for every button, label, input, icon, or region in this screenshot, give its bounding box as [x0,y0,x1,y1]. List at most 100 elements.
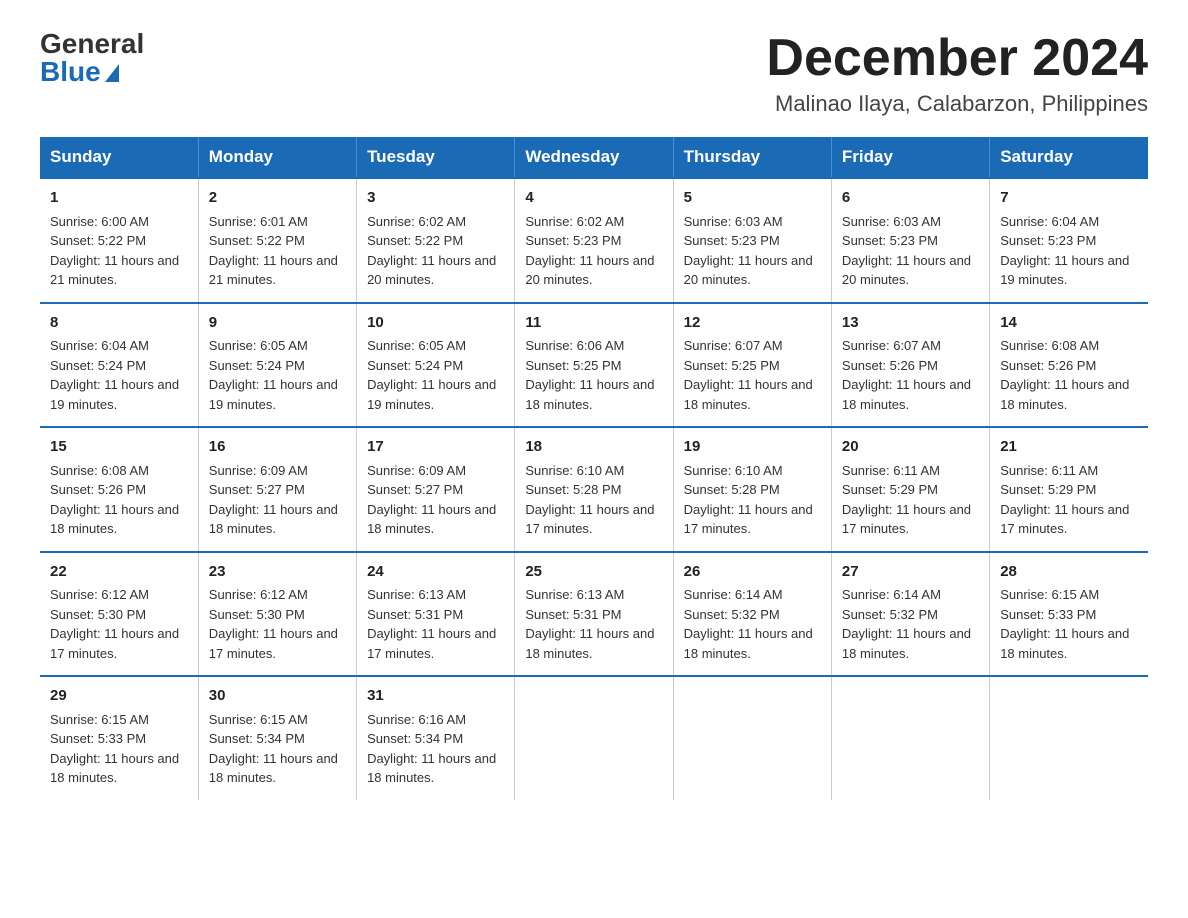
calendar-cell: 8 Sunrise: 6:04 AMSunset: 5:24 PMDayligh… [40,303,198,428]
calendar-cell: 5 Sunrise: 6:03 AMSunset: 5:23 PMDayligh… [673,178,831,303]
calendar-cell: 7 Sunrise: 6:04 AMSunset: 5:23 PMDayligh… [990,178,1148,303]
day-number: 17 [367,436,504,459]
calendar-week-row: 8 Sunrise: 6:04 AMSunset: 5:24 PMDayligh… [40,303,1148,428]
day-number: 14 [1000,312,1138,335]
calendar-cell: 18 Sunrise: 6:10 AMSunset: 5:28 PMDaylig… [515,427,673,552]
day-info: Sunrise: 6:14 AMSunset: 5:32 PMDaylight:… [842,587,971,661]
day-info: Sunrise: 6:10 AMSunset: 5:28 PMDaylight:… [684,463,813,537]
calendar-table: SundayMondayTuesdayWednesdayThursdayFrid… [40,137,1148,800]
calendar-cell: 23 Sunrise: 6:12 AMSunset: 5:30 PMDaylig… [198,552,356,677]
day-number: 10 [367,312,504,335]
calendar-cell: 1 Sunrise: 6:00 AMSunset: 5:22 PMDayligh… [40,178,198,303]
calendar-cell: 2 Sunrise: 6:01 AMSunset: 5:22 PMDayligh… [198,178,356,303]
day-number: 9 [209,312,346,335]
day-info: Sunrise: 6:15 AMSunset: 5:34 PMDaylight:… [209,712,338,786]
day-info: Sunrise: 6:14 AMSunset: 5:32 PMDaylight:… [684,587,813,661]
calendar-cell: 4 Sunrise: 6:02 AMSunset: 5:23 PMDayligh… [515,178,673,303]
calendar-cell: 15 Sunrise: 6:08 AMSunset: 5:26 PMDaylig… [40,427,198,552]
day-number: 22 [50,561,188,584]
logo-general-text: General [40,30,144,58]
day-number: 29 [50,685,188,708]
day-info: Sunrise: 6:04 AMSunset: 5:23 PMDaylight:… [1000,214,1129,288]
day-number: 2 [209,187,346,210]
day-number: 28 [1000,561,1138,584]
day-number: 4 [525,187,662,210]
day-number: 3 [367,187,504,210]
calendar-cell: 25 Sunrise: 6:13 AMSunset: 5:31 PMDaylig… [515,552,673,677]
column-header-thursday: Thursday [673,137,831,178]
day-number: 27 [842,561,979,584]
calendar-week-row: 22 Sunrise: 6:12 AMSunset: 5:30 PMDaylig… [40,552,1148,677]
calendar-cell [990,676,1148,800]
day-info: Sunrise: 6:08 AMSunset: 5:26 PMDaylight:… [50,463,179,537]
day-info: Sunrise: 6:00 AMSunset: 5:22 PMDaylight:… [50,214,179,288]
calendar-week-row: 15 Sunrise: 6:08 AMSunset: 5:26 PMDaylig… [40,427,1148,552]
calendar-cell [673,676,831,800]
day-info: Sunrise: 6:12 AMSunset: 5:30 PMDaylight:… [50,587,179,661]
day-number: 20 [842,436,979,459]
day-number: 13 [842,312,979,335]
day-info: Sunrise: 6:09 AMSunset: 5:27 PMDaylight:… [367,463,496,537]
calendar-cell: 12 Sunrise: 6:07 AMSunset: 5:25 PMDaylig… [673,303,831,428]
day-number: 7 [1000,187,1138,210]
calendar-cell [515,676,673,800]
calendar-cell: 13 Sunrise: 6:07 AMSunset: 5:26 PMDaylig… [831,303,989,428]
calendar-cell: 17 Sunrise: 6:09 AMSunset: 5:27 PMDaylig… [357,427,515,552]
day-number: 31 [367,685,504,708]
day-info: Sunrise: 6:07 AMSunset: 5:26 PMDaylight:… [842,338,971,412]
calendar-cell: 29 Sunrise: 6:15 AMSunset: 5:33 PMDaylig… [40,676,198,800]
calendar-cell: 21 Sunrise: 6:11 AMSunset: 5:29 PMDaylig… [990,427,1148,552]
title-block: December 2024 Malinao Ilaya, Calabarzon,… [766,30,1148,117]
month-title: December 2024 [766,30,1148,87]
day-info: Sunrise: 6:05 AMSunset: 5:24 PMDaylight:… [209,338,338,412]
calendar-week-row: 29 Sunrise: 6:15 AMSunset: 5:33 PMDaylig… [40,676,1148,800]
calendar-cell: 16 Sunrise: 6:09 AMSunset: 5:27 PMDaylig… [198,427,356,552]
day-number: 8 [50,312,188,335]
column-header-sunday: Sunday [40,137,198,178]
day-info: Sunrise: 6:08 AMSunset: 5:26 PMDaylight:… [1000,338,1129,412]
day-number: 25 [525,561,662,584]
logo-blue-text: Blue [40,58,119,86]
day-number: 12 [684,312,821,335]
calendar-cell: 10 Sunrise: 6:05 AMSunset: 5:24 PMDaylig… [357,303,515,428]
day-info: Sunrise: 6:07 AMSunset: 5:25 PMDaylight:… [684,338,813,412]
calendar-cell: 19 Sunrise: 6:10 AMSunset: 5:28 PMDaylig… [673,427,831,552]
calendar-cell: 6 Sunrise: 6:03 AMSunset: 5:23 PMDayligh… [831,178,989,303]
calendar-cell: 26 Sunrise: 6:14 AMSunset: 5:32 PMDaylig… [673,552,831,677]
day-info: Sunrise: 6:03 AMSunset: 5:23 PMDaylight:… [684,214,813,288]
day-info: Sunrise: 6:11 AMSunset: 5:29 PMDaylight:… [1000,463,1129,537]
day-info: Sunrise: 6:15 AMSunset: 5:33 PMDaylight:… [1000,587,1129,661]
calendar-cell [831,676,989,800]
day-number: 11 [525,312,662,335]
day-number: 16 [209,436,346,459]
column-header-saturday: Saturday [990,137,1148,178]
day-info: Sunrise: 6:02 AMSunset: 5:22 PMDaylight:… [367,214,496,288]
column-header-tuesday: Tuesday [357,137,515,178]
logo: General Blue [40,30,144,86]
page-header: General Blue December 2024 Malinao Ilaya… [40,30,1148,117]
day-info: Sunrise: 6:05 AMSunset: 5:24 PMDaylight:… [367,338,496,412]
calendar-cell: 30 Sunrise: 6:15 AMSunset: 5:34 PMDaylig… [198,676,356,800]
logo-triangle-icon [105,64,119,82]
day-number: 24 [367,561,504,584]
calendar-cell: 31 Sunrise: 6:16 AMSunset: 5:34 PMDaylig… [357,676,515,800]
day-number: 15 [50,436,188,459]
calendar-cell: 9 Sunrise: 6:05 AMSunset: 5:24 PMDayligh… [198,303,356,428]
day-number: 1 [50,187,188,210]
day-number: 5 [684,187,821,210]
calendar-cell: 3 Sunrise: 6:02 AMSunset: 5:22 PMDayligh… [357,178,515,303]
day-number: 30 [209,685,346,708]
day-info: Sunrise: 6:06 AMSunset: 5:25 PMDaylight:… [525,338,654,412]
day-info: Sunrise: 6:09 AMSunset: 5:27 PMDaylight:… [209,463,338,537]
calendar-cell: 11 Sunrise: 6:06 AMSunset: 5:25 PMDaylig… [515,303,673,428]
calendar-cell: 24 Sunrise: 6:13 AMSunset: 5:31 PMDaylig… [357,552,515,677]
day-number: 19 [684,436,821,459]
day-info: Sunrise: 6:11 AMSunset: 5:29 PMDaylight:… [842,463,971,537]
column-header-wednesday: Wednesday [515,137,673,178]
day-info: Sunrise: 6:04 AMSunset: 5:24 PMDaylight:… [50,338,179,412]
day-info: Sunrise: 6:13 AMSunset: 5:31 PMDaylight:… [525,587,654,661]
day-info: Sunrise: 6:12 AMSunset: 5:30 PMDaylight:… [209,587,338,661]
day-info: Sunrise: 6:15 AMSunset: 5:33 PMDaylight:… [50,712,179,786]
calendar-cell: 22 Sunrise: 6:12 AMSunset: 5:30 PMDaylig… [40,552,198,677]
column-header-monday: Monday [198,137,356,178]
